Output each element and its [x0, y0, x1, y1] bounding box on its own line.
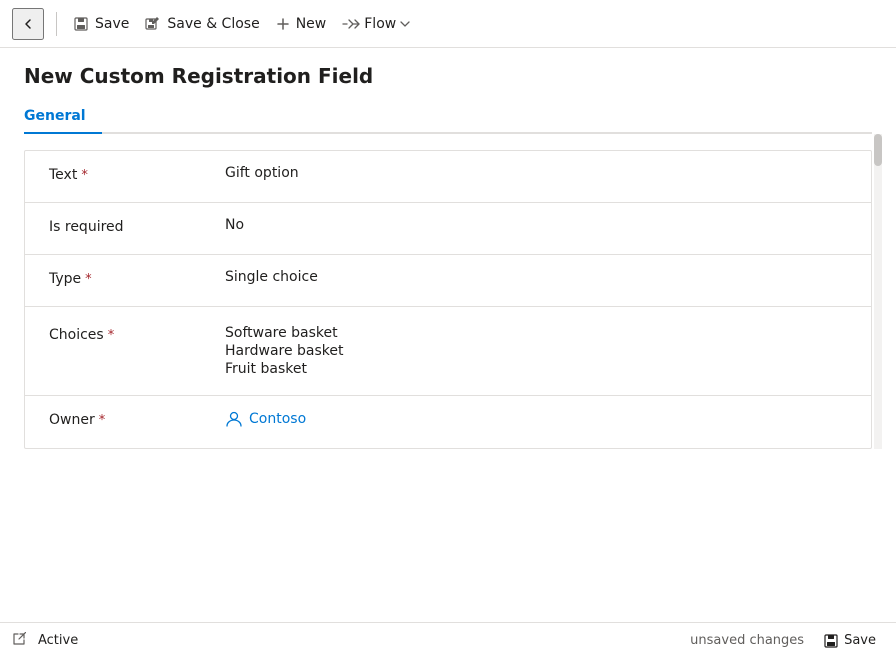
form-row-type: Type* Single choice	[25, 255, 871, 307]
value-type[interactable]: Single choice	[209, 269, 847, 285]
choice-item-3[interactable]: Fruit basket	[225, 361, 847, 377]
choices-list: Software basket Hardware basket Fruit ba…	[225, 325, 847, 377]
required-star-type: *	[85, 272, 92, 287]
form-row-text: Text* Gift option	[25, 151, 871, 203]
status-bar: Active unsaved changes Save	[0, 622, 896, 658]
save-close-icon	[145, 16, 161, 32]
status-save-button[interactable]: Save	[816, 629, 884, 652]
label-text: Text*	[49, 165, 209, 183]
required-star-owner: *	[99, 413, 106, 428]
choice-item-2[interactable]: Hardware basket	[225, 343, 847, 359]
person-icon	[225, 410, 243, 428]
active-badge: Active	[38, 633, 78, 648]
status-right: unsaved changes Save	[690, 629, 884, 652]
page-title: New Custom Registration Field	[24, 64, 872, 88]
new-icon	[276, 17, 290, 31]
save-icon	[73, 16, 89, 32]
value-choices: Software basket Hardware basket Fruit ba…	[209, 325, 847, 377]
form-row-choices: Choices* Software basket Hardware basket…	[25, 307, 871, 396]
label-choices: Choices*	[49, 325, 209, 343]
tabs: General	[24, 100, 872, 134]
status-save-icon	[824, 634, 838, 648]
tab-general[interactable]: General	[24, 100, 102, 134]
main-content: New Custom Registration Field General Te…	[0, 48, 896, 622]
toolbar: Save Save & Close New Flow	[0, 0, 896, 48]
save-button[interactable]: Save	[65, 12, 137, 36]
back-icon	[20, 16, 36, 32]
back-button[interactable]	[12, 8, 44, 40]
status-left: Active	[12, 631, 78, 650]
new-label: New	[296, 16, 327, 32]
value-is-required[interactable]: No	[209, 217, 847, 233]
form-panel-wrapper: Text* Gift option Is required No Type* S…	[24, 134, 872, 449]
required-star-choices: *	[108, 328, 115, 343]
value-owner[interactable]: Contoso	[209, 410, 847, 428]
label-type: Type*	[49, 269, 209, 287]
status-save-label: Save	[844, 633, 876, 648]
value-text[interactable]: Gift option	[209, 165, 847, 181]
flow-button[interactable]: Flow	[334, 12, 418, 36]
save-close-button[interactable]: Save & Close	[137, 12, 267, 36]
external-link-icon[interactable]	[12, 631, 26, 650]
flow-icon	[342, 17, 360, 31]
scrollbar-track	[874, 134, 882, 449]
unsaved-changes-text: unsaved changes	[690, 633, 804, 648]
label-is-required: Is required	[49, 217, 209, 235]
flow-chevron-icon	[400, 21, 410, 27]
choice-item-1[interactable]: Software basket	[225, 325, 847, 341]
save-close-label: Save & Close	[167, 16, 259, 32]
toolbar-divider	[56, 12, 57, 36]
scrollbar-thumb[interactable]	[874, 134, 882, 166]
form-panel: Text* Gift option Is required No Type* S…	[24, 150, 872, 449]
save-label: Save	[95, 16, 129, 32]
new-button[interactable]: New	[268, 12, 335, 36]
flow-label: Flow	[364, 16, 396, 32]
owner-name: Contoso	[249, 411, 306, 427]
label-owner: Owner*	[49, 410, 209, 428]
form-row-is-required: Is required No	[25, 203, 871, 255]
form-row-owner: Owner* Contoso	[25, 396, 871, 448]
required-star-text: *	[81, 168, 88, 183]
